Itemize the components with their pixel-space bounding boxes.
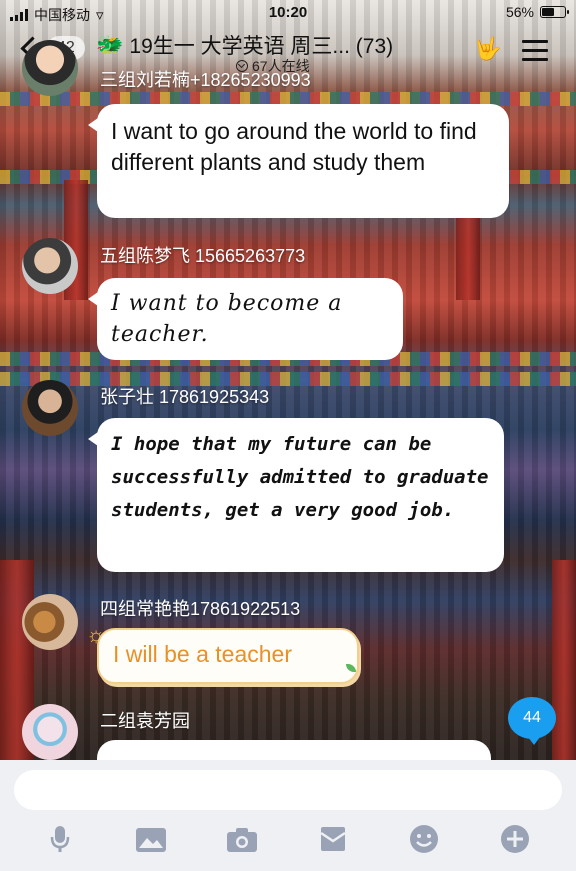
message-text: I hope that my future can be successfull… bbox=[111, 433, 489, 521]
message-bubble[interactable]: I will be a teacher bbox=[97, 628, 359, 684]
message-bubble[interactable]: I hope that my future can be successfull… bbox=[88, 418, 504, 572]
message-composer bbox=[0, 760, 576, 871]
message-text: I will be a teacher bbox=[113, 641, 292, 667]
menu-icon[interactable] bbox=[522, 40, 548, 67]
composer-toolbar bbox=[0, 824, 576, 864]
message-input[interactable] bbox=[14, 770, 562, 810]
sender-name: 张子壮 17861925343 bbox=[100, 387, 270, 407]
red-packet-icon[interactable] bbox=[313, 824, 353, 864]
group-emoji-icon: 🐲 bbox=[96, 32, 124, 57]
message-text: I want to go around the world to find di… bbox=[111, 118, 477, 175]
status-bar: 中国移动 ▿ 10:20 56% bbox=[0, 0, 576, 26]
sender-name: 三组刘若楠+18265230993 bbox=[100, 70, 311, 90]
clock: 10:20 bbox=[268, 4, 308, 21]
avatar[interactable] bbox=[22, 594, 78, 650]
battery-icon bbox=[540, 6, 569, 18]
sender-name: 五组陈梦飞 15665263773 bbox=[100, 246, 306, 266]
emoji-icon[interactable] bbox=[404, 824, 444, 864]
avatar[interactable] bbox=[22, 238, 78, 294]
camera-icon[interactable] bbox=[222, 824, 262, 864]
plus-icon[interactable] bbox=[495, 824, 535, 864]
new-messages-badge[interactable]: 44 bbox=[508, 697, 556, 745]
hand-gesture-icon[interactable]: 🤟 bbox=[474, 36, 501, 62]
message-bubble[interactable]: I want to become a teacher. bbox=[88, 278, 403, 360]
avatar[interactable] bbox=[22, 380, 78, 436]
message-bubble[interactable]: I want to go around the world to find di… bbox=[88, 104, 509, 218]
microphone-icon[interactable] bbox=[40, 824, 80, 864]
sender-name: 四组常艳艳17861922513 bbox=[100, 599, 301, 619]
image-icon[interactable] bbox=[131, 824, 171, 864]
avatar[interactable] bbox=[22, 40, 78, 96]
avatar[interactable] bbox=[22, 704, 78, 760]
message-text: I want to become a teacher. bbox=[111, 291, 343, 347]
battery-percent: 56% bbox=[505, 4, 534, 20]
sender-name: 二组袁芳园 bbox=[100, 711, 190, 731]
